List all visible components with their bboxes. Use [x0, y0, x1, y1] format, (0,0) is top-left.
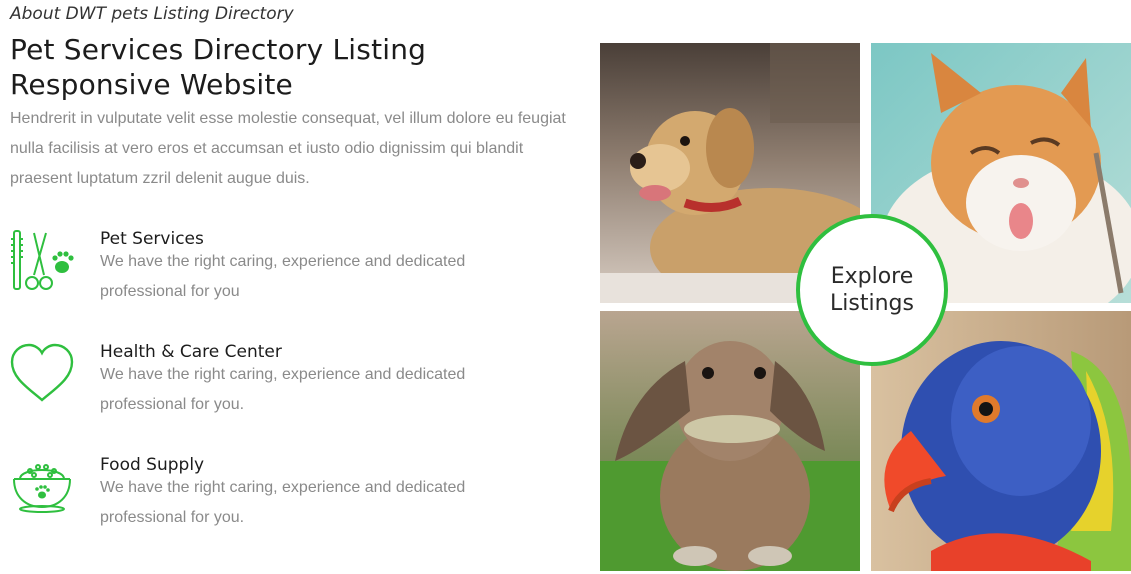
page-title: Pet Services Directory Listing Responsiv…: [10, 33, 427, 101]
feature-title: Food Supply: [100, 455, 205, 475]
rabbit-photo: [600, 311, 860, 571]
feature-description: We have the right caring, experience and…: [100, 479, 466, 526]
intro-text: Hendrerit in vulputate velit esse molest…: [10, 110, 566, 187]
feature-food-supply: Food Supply We have the right caring, ex…: [10, 455, 570, 545]
feature-description: We have the right caring, experience and…: [100, 366, 466, 413]
explore-line2: Listings: [830, 291, 914, 316]
grooming-icon: [10, 229, 76, 295]
explore-line1: Explore: [830, 264, 914, 289]
feature-title: Pet Services: [100, 229, 204, 249]
heart-icon: [10, 342, 76, 408]
feature-description: We have the right caring, experience and…: [100, 253, 466, 300]
explore-listings-button[interactable]: Explore Listings: [796, 214, 948, 366]
feature-pet-services: Pet Services We have the right caring, e…: [10, 229, 570, 319]
feature-title: Health & Care Center: [100, 342, 282, 362]
section-eyebrow: About DWT pets Listing Directory: [10, 4, 294, 24]
feature-health-care: Health & Care Center We have the right c…: [10, 342, 570, 432]
food-bowl-icon: [10, 455, 76, 521]
